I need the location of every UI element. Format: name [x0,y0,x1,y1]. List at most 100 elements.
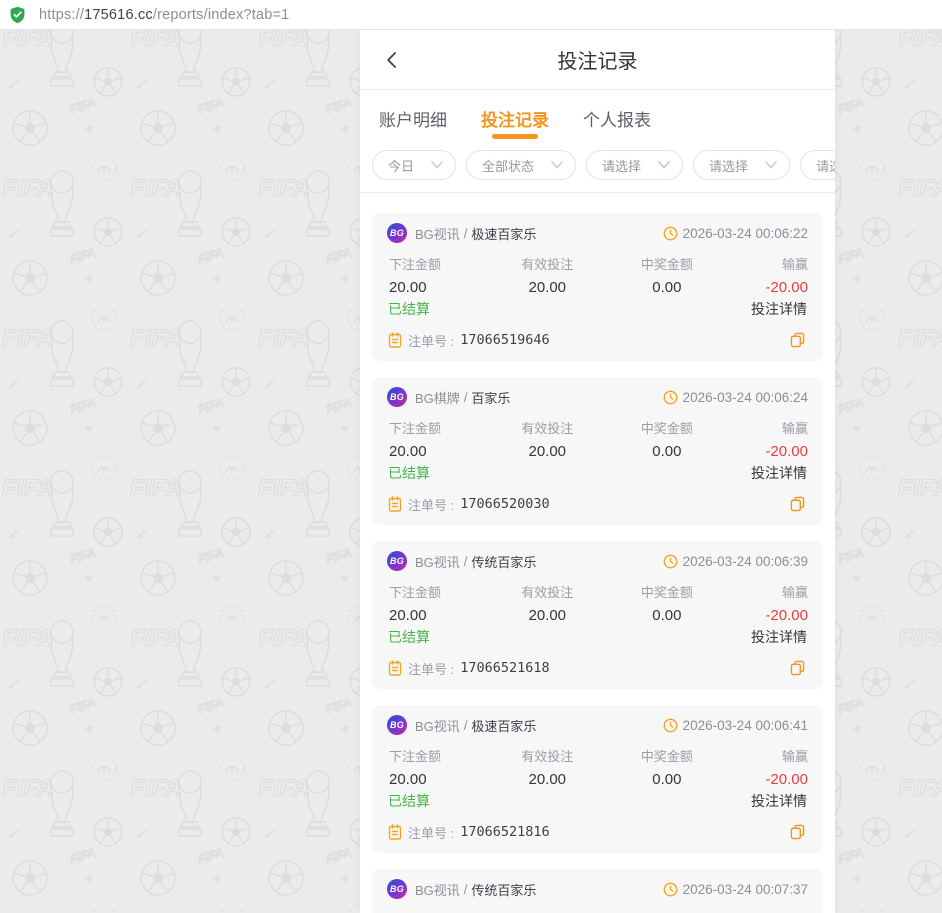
chevron-left-icon [382,49,403,70]
chevron-down-icon [551,161,563,169]
column-labels: 下注金额 有效投注 中奖金额 输赢 [387,254,808,273]
valid-bet-amount: 20.00 [487,443,607,460]
provider-game-separator: / [464,226,468,241]
records-list: BG BG视讯 / 极速百家乐 2026-03-24 00:06:22 下注金额… [360,193,835,913]
status-badge: 已结算 [388,627,430,647]
card-header: BG BG视讯 / 极速百家乐 2026-03-24 00:06:22 [387,215,808,251]
bet-records-panel: 投注记录 账户明细 投注记录 个人报表 今日 全部状态 请选择 请选择 请选择 [360,30,835,913]
copy-order-button[interactable] [788,658,807,678]
bet-time-wrap: 2026-03-24 00:06:39 [663,554,808,569]
col-win-label: 中奖金额 [607,746,727,765]
clock-icon [663,718,678,733]
chevron-down-icon [431,161,443,169]
bet-time-wrap: 2026-03-24 00:06:24 [663,390,808,405]
filter-select-2[interactable]: 请选择 [693,150,790,180]
bet-details-link[interactable]: 投注详情 [751,299,807,319]
copy-order-button[interactable] [788,822,807,842]
col-profit-label: 输赢 [727,418,808,437]
col-valid-label: 有效投注 [487,746,607,765]
copy-order-button[interactable] [788,330,807,350]
order-row: 注单号 : 17066519646 [387,324,808,358]
col-bet-label: 下注金额 [387,254,487,273]
profit-amount: -20.00 [727,607,808,624]
tab-personal-report[interactable]: 个人报表 [583,90,651,146]
valid-bet-amount: 20.00 [487,279,607,296]
bet-time: 2026-03-24 00:06:22 [683,226,808,241]
bet-details-link[interactable]: 投注详情 [751,791,807,811]
value-row: 20.00 20.00 0.00 -20.00 [387,443,808,460]
bet-details-link[interactable]: 投注详情 [751,627,807,647]
bet-details-link[interactable]: 投注详情 [751,463,807,483]
order-number: 17066521618 [460,660,549,676]
order-note-icon [388,496,402,512]
column-labels: 下注金额 有效投注 中奖金额 输赢 [387,746,808,765]
back-button[interactable] [378,45,407,74]
order-label: 注单号 : [408,331,454,350]
col-valid-label: 有效投注 [487,254,607,273]
order-number: 17066521816 [460,824,549,840]
card-header: BG BG视讯 / 传统百家乐 2026-03-24 00:06:39 [387,543,808,579]
status-row: 已结算 投注详情 [387,791,808,811]
tab-account-details[interactable]: 账户明细 [379,90,447,146]
provider-name: BG视讯 [415,224,460,243]
col-win-label: 中奖金额 [607,418,727,437]
game-name: 百家乐 [471,388,510,407]
profit-amount: -20.00 [727,443,808,460]
provider-bg-logo-icon: BG [387,715,407,735]
profit-amount: -20.00 [727,279,808,296]
col-profit-label: 输赢 [727,254,808,273]
page-title: 投注记录 [558,45,638,74]
bet-amount: 20.00 [387,607,487,624]
col-profit-label: 输赢 [727,582,808,601]
bet-time-wrap: 2026-03-24 00:06:22 [663,226,808,241]
order-note-icon [388,660,402,676]
provider-bg-logo-icon: BG [387,551,407,571]
clock-icon [663,226,678,241]
bet-record-card: BG BG视讯 / 极速百家乐 2026-03-24 00:06:41 下注金额… [372,705,823,853]
bet-time: 2026-03-24 00:06:39 [683,554,808,569]
copy-icon [790,660,805,676]
chevron-down-icon [658,161,670,169]
filter-select-2-value: 请选择 [709,156,748,175]
provider-name: BG视讯 [415,552,460,571]
col-profit-label: 输赢 [727,746,808,765]
order-note-icon [388,824,402,840]
bet-time-wrap: 2026-03-24 00:06:41 [663,718,808,733]
order-row: 注单号 :17066521816 [387,816,808,850]
filter-status-select[interactable]: 全部状态 [466,150,576,180]
copy-order-button[interactable] [788,494,807,514]
win-amount: 0.00 [607,771,727,788]
win-amount: 0.00 [607,607,727,624]
status-badge: 已结算 [388,791,430,811]
filter-status-value: 全部状态 [482,156,534,175]
bet-time: 2026-03-24 00:06:24 [683,390,808,405]
provider-bg-logo-icon: BG [387,223,407,243]
value-row: 20.00 20.00 0.00 -20.00 [387,279,808,296]
filter-select-3[interactable]: 请选择 [800,150,835,180]
filter-select-1[interactable]: 请选择 [586,150,683,180]
bet-amount: 20.00 [387,279,487,296]
clock-icon [663,390,678,405]
col-bet-label: 下注金额 [387,746,487,765]
filter-date-select[interactable]: 今日 [372,150,456,180]
value-row: 20.00 20.00 0.00 -20.00 [387,771,808,788]
order-label: 注单号 : [408,495,454,514]
tab-bet-records[interactable]: 投注记录 [481,90,549,146]
status-row: 已结算 投注详情 [387,299,808,319]
col-bet-label: 下注金额 [387,418,487,437]
status-badge: 已结算 [388,299,430,319]
panel-header: 投注记录 [360,30,835,90]
copy-icon [790,332,805,348]
copy-icon [790,496,805,512]
profit-amount: -20.00 [727,771,808,788]
win-amount: 0.00 [607,279,727,296]
provider-game-separator: / [464,718,468,733]
security-shield-icon[interactable] [9,6,26,24]
tab-bar: 账户明细 投注记录 个人报表 [360,90,835,146]
order-number: 17066519646 [460,332,549,348]
card-header: BG BG棋牌 / 百家乐 2026-03-24 00:06:24 [387,379,808,415]
valid-bet-amount: 20.00 [487,607,607,624]
column-labels: 下注金额 有效投注 中奖金额 输赢 [387,582,808,601]
order-row: 注单号 :17066520030 [387,488,808,522]
browser-url-bar[interactable]: https://175616.cc/reports/index?tab=1 [0,0,942,30]
